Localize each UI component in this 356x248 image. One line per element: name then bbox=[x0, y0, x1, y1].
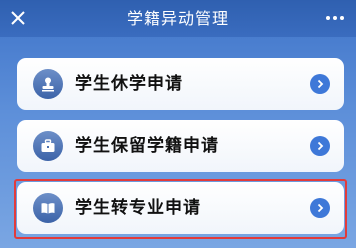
briefcase-icon bbox=[33, 131, 63, 161]
chevron-right-icon bbox=[310, 136, 330, 156]
retain-status-label: 学生保留学籍申请 bbox=[75, 136, 219, 156]
retain-status-application-item[interactable]: 学生保留学籍申请 bbox=[17, 120, 344, 172]
leave-of-absence-label: 学生休学申请 bbox=[75, 74, 183, 94]
book-icon bbox=[33, 193, 63, 223]
change-major-label: 学生转专业申请 bbox=[75, 198, 201, 218]
change-major-application-item[interactable]: 学生转专业申请 bbox=[17, 182, 344, 234]
stamp-icon bbox=[33, 69, 63, 99]
chevron-right-icon bbox=[310, 74, 330, 94]
application-list: 学生休学申请 学生保留学籍申请 学生转专业申请 bbox=[0, 0, 356, 248]
leave-of-absence-application-item[interactable]: 学生休学申请 bbox=[17, 58, 344, 110]
chevron-right-icon bbox=[310, 198, 330, 218]
